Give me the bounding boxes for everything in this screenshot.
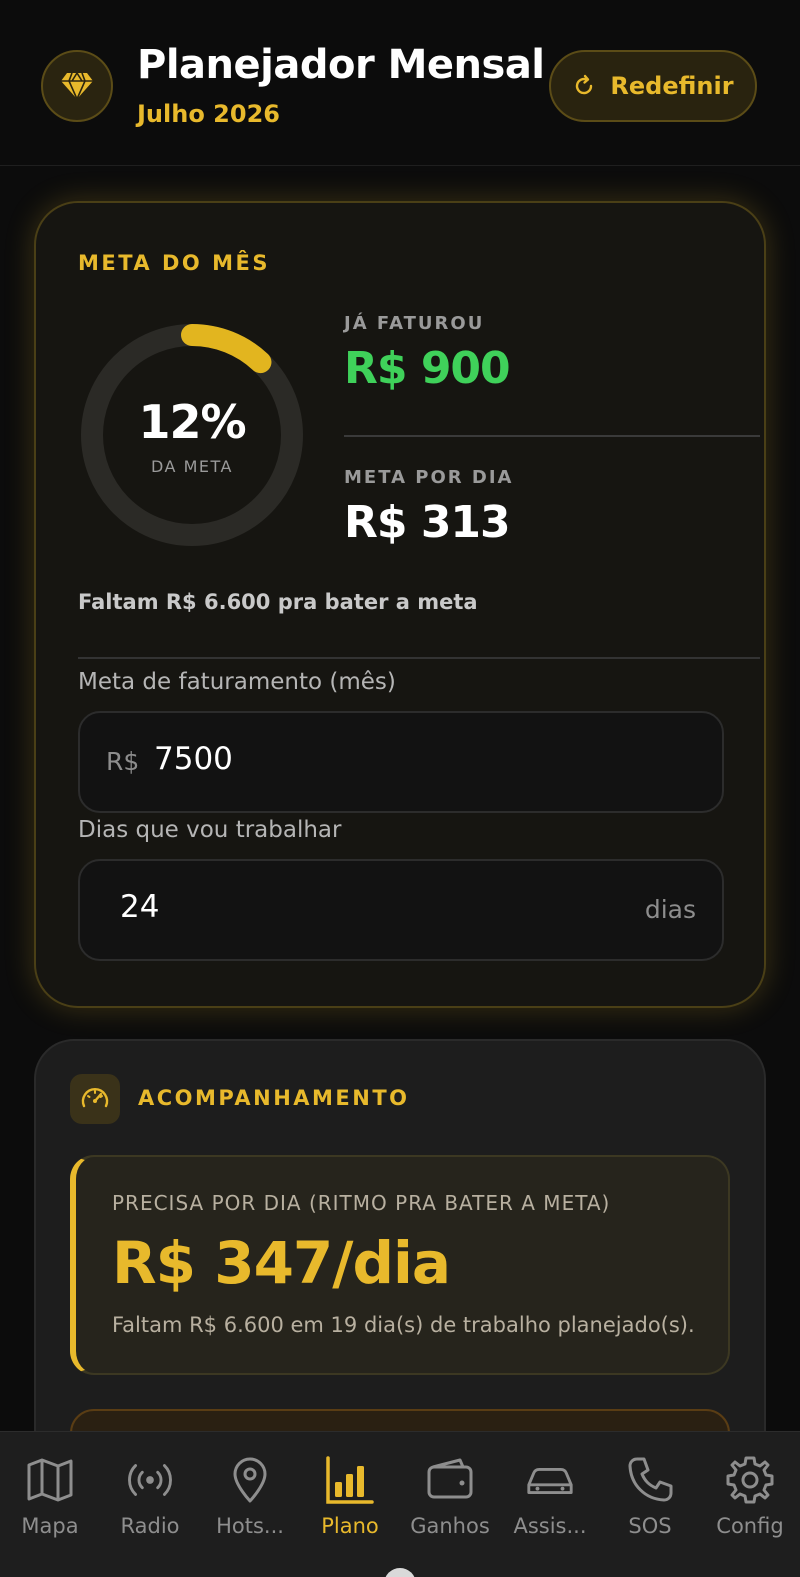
nav-item-plano[interactable]: Plano	[300, 1432, 400, 1577]
per-day-label: META POR DIA	[344, 467, 514, 488]
nav-label: Hots...	[216, 1514, 284, 1538]
nav-item-sos[interactable]: SOS	[600, 1432, 700, 1577]
header: Planejador Mensal Julho 2026 Redefinir	[0, 0, 800, 166]
nav-label: Radio	[120, 1514, 180, 1538]
page-subtitle: Julho 2026	[137, 100, 280, 128]
card-divider	[78, 657, 760, 659]
nav-item-mapa[interactable]: Mapa	[0, 1432, 100, 1577]
reset-button[interactable]: Redefinir	[549, 50, 757, 122]
gear-icon	[724, 1454, 776, 1506]
monthly-goal-card: META DO MÊS 12% DA META JÁ FATUROU R$ 90…	[34, 201, 766, 1008]
work-days-input[interactable]	[120, 889, 420, 925]
billed-value: R$ 900	[344, 343, 511, 394]
revenue-goal-label: Meta de faturamento (mês)	[78, 669, 396, 695]
refresh-icon	[576, 74, 593, 95]
diamond-logo	[41, 50, 113, 122]
reset-button-label: Redefinir	[610, 72, 734, 100]
nav-label: Ganhos	[410, 1514, 490, 1538]
nav-label: Plano	[321, 1514, 379, 1538]
nav-item-radio[interactable]: Radio	[100, 1432, 200, 1577]
page-title: Planejador Mensal	[137, 42, 545, 88]
speedometer-icon	[81, 1088, 109, 1108]
nav-label: Assis...	[513, 1514, 587, 1538]
nav-item-assistencia[interactable]: Assis...	[500, 1432, 600, 1577]
goal-section-label: META DO MÊS	[78, 251, 270, 275]
daily-pace-value: R$ 347/dia	[112, 1229, 451, 1297]
days-suffix: dias	[644, 895, 696, 924]
per-day-value: R$ 313	[344, 497, 511, 548]
currency-prefix: R$	[106, 747, 140, 776]
speedometer-icon-badge	[70, 1074, 120, 1124]
nav-label: Config	[716, 1514, 784, 1538]
nav-item-ganhos[interactable]: Ganhos	[400, 1432, 500, 1577]
diamond-icon	[61, 72, 93, 101]
billed-label: JÁ FATUROU	[344, 313, 485, 334]
remaining-text: Faltam R$ 6.600 pra bater a meta	[78, 590, 478, 614]
daily-pace-label: PRECISA POR DIA (RITMO PRA BATER A META)	[112, 1191, 611, 1215]
revenue-goal-field[interactable]: R$	[78, 711, 724, 813]
progress-caption: DA META	[151, 457, 233, 476]
work-days-field[interactable]: dias	[78, 859, 724, 961]
nav-label: SOS	[628, 1514, 672, 1538]
nav-item-config[interactable]: Config	[700, 1432, 800, 1577]
daily-pace-box: PRECISA POR DIA (RITMO PRA BATER A META)…	[70, 1155, 730, 1375]
phone-icon	[624, 1454, 676, 1506]
daily-pace-subtext: Faltam R$ 6.600 em 19 dia(s) de trabalho…	[112, 1313, 695, 1337]
location-pin-icon	[224, 1454, 276, 1506]
nav-label: Mapa	[21, 1514, 79, 1538]
radio-icon	[124, 1454, 176, 1506]
stat-divider	[344, 435, 760, 437]
wallet-icon	[424, 1454, 476, 1506]
work-days-label: Dias que vou trabalhar	[78, 817, 342, 843]
map-icon	[24, 1454, 76, 1506]
progress-percent: 12%	[138, 395, 246, 449]
car-icon	[524, 1454, 576, 1506]
tracking-section-label: ACOMPANHAMENTO	[138, 1086, 410, 1110]
bottom-nav: Mapa Radio Hots... Plano Ganhos Assis...	[0, 1431, 800, 1577]
bar-chart-icon	[324, 1454, 376, 1506]
nav-item-hotspots[interactable]: Hots...	[200, 1432, 300, 1577]
revenue-goal-input[interactable]	[154, 741, 454, 777]
